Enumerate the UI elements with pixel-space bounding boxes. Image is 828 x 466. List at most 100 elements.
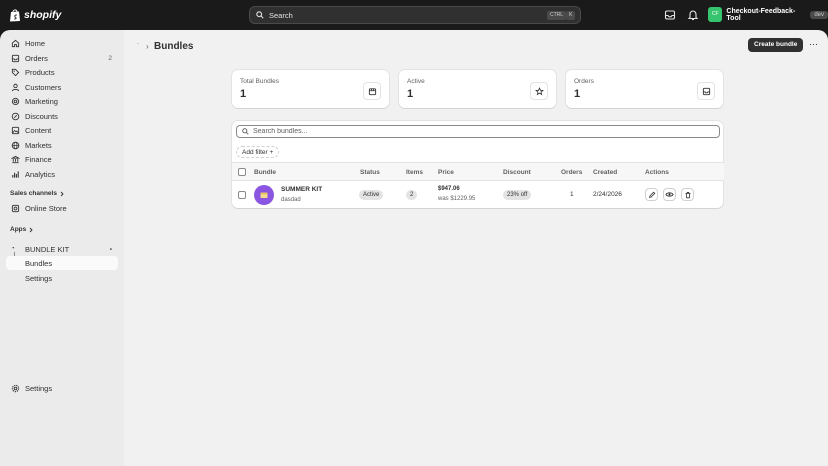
- discount-badge: 23% off: [503, 190, 532, 200]
- sidebar-item-bundles[interactable]: Bundles: [6, 256, 118, 270]
- sidebar-item-label: Products: [25, 67, 55, 77]
- col-header-orders[interactable]: Orders: [561, 169, 582, 176]
- sidebar-item-label: Finance: [25, 154, 52, 164]
- sidebar-item-label: Customers: [25, 82, 62, 92]
- status-badge: Active: [359, 190, 384, 200]
- bundle-price: $947.06: [438, 186, 460, 192]
- bundle-orders: 1: [570, 191, 574, 198]
- apps-heading[interactable]: Apps: [10, 226, 34, 233]
- stat-label: Orders: [574, 78, 594, 85]
- stat-value: 1: [407, 88, 414, 100]
- sidebar-item-finance[interactable]: Finance: [6, 152, 118, 166]
- sidebar-item-label: Discounts: [25, 111, 58, 121]
- sidebar-item-markets[interactable]: Markets: [6, 138, 118, 152]
- discount-icon: [11, 112, 20, 120]
- col-header-status[interactable]: Status: [360, 169, 380, 176]
- sidebar-item-products[interactable]: Products: [6, 65, 118, 79]
- stat-label: Total Bundles: [240, 78, 280, 85]
- bundles-table-card: Add filter + Bundle Status Items Price D…: [232, 121, 724, 208]
- bundle-description: dasdad: [281, 197, 301, 203]
- col-header-bundle[interactable]: Bundle: [254, 169, 276, 176]
- main-content: ˙ › Bundles Create bundle ⋯ Total Bundle…: [124, 30, 828, 466]
- content-icon: [11, 126, 20, 134]
- top-bar: shopify Search CTRL K CF Checkout-Feedba…: [0, 0, 828, 30]
- items-count-badge: 2: [406, 190, 418, 200]
- box-icon: [260, 192, 268, 198]
- stat-card-total-bundles: Total Bundles 1: [232, 70, 389, 108]
- sidebar-item-label: Markets: [25, 140, 52, 150]
- stat-card-active: Active 1: [399, 70, 556, 108]
- person-icon: [11, 83, 20, 91]
- sidebar-item-bundle-kit[interactable]: BUNDLE KIT •: [6, 242, 118, 256]
- shortcut-ctrl: CTRL: [547, 11, 567, 20]
- trash-icon: [685, 191, 690, 198]
- app-name: BUNDLE KIT: [25, 244, 70, 254]
- more-actions-icon[interactable]: ⋯: [809, 39, 818, 50]
- chevron-right-icon: [60, 191, 64, 196]
- bundle-thumbnail: [254, 185, 274, 205]
- global-search[interactable]: Search CTRL K: [249, 6, 581, 24]
- apps-label: Apps: [10, 226, 27, 233]
- shopify-bag-icon: [10, 9, 20, 22]
- orders-icon: [11, 54, 20, 62]
- inbox-tray-icon[interactable]: [664, 9, 676, 21]
- col-header-discount[interactable]: Discount: [503, 169, 531, 176]
- sidebar-item-online-store[interactable]: Online Store: [6, 201, 118, 215]
- sidebar-item-app-settings[interactable]: Settings: [25, 274, 52, 283]
- sidebar-item-label: Content: [25, 125, 52, 135]
- delete-button[interactable]: [681, 188, 694, 201]
- sidebar-item-marketing[interactable]: Marketing: [6, 94, 118, 108]
- stat-value: 1: [240, 88, 247, 100]
- sidebar-item-home[interactable]: Home: [6, 36, 118, 50]
- edit-button[interactable]: [645, 188, 658, 201]
- sidebar-item-label: Bundles: [25, 258, 53, 268]
- search-icon: [256, 11, 264, 19]
- sidebar-item-label: Online Store: [25, 203, 67, 213]
- search-icon: [242, 128, 249, 135]
- sidebar-item-label: Settings: [25, 383, 53, 393]
- package-icon: [368, 87, 376, 95]
- app-pin-dot[interactable]: •: [110, 246, 112, 253]
- table-header: Bundle Status Items Price Discount Order…: [232, 162, 724, 181]
- bundle-name[interactable]: SUMMER KIT: [281, 186, 322, 193]
- col-header-created[interactable]: Created: [593, 169, 617, 176]
- add-filter-button[interactable]: Add filter +: [236, 146, 280, 158]
- bank-icon: [11, 155, 20, 163]
- row-checkbox[interactable]: [238, 191, 246, 199]
- sidebar-item-analytics[interactable]: Analytics: [6, 167, 118, 181]
- stat-icon-box: [363, 82, 381, 100]
- star-icon: [534, 86, 544, 95]
- inbox-icon: [702, 87, 710, 95]
- sidebar-item-settings[interactable]: Settings: [6, 381, 118, 395]
- chart-icon: [12, 170, 19, 178]
- store-switcher[interactable]: CF Checkout-Feedback-Tool dev: [708, 7, 828, 22]
- select-all-checkbox[interactable]: [238, 168, 246, 176]
- orders-count: 2: [108, 54, 112, 62]
- preview-button[interactable]: [663, 188, 676, 201]
- sidebar-item-label: Marketing: [25, 96, 58, 106]
- sidebar-item-customers[interactable]: Customers: [6, 80, 118, 94]
- create-bundle-button[interactable]: Create bundle: [748, 38, 804, 52]
- pencil-icon: [648, 191, 655, 198]
- search-bundles-field[interactable]: [236, 125, 720, 138]
- home-icon: [11, 39, 20, 47]
- chevron-right-icon: [29, 227, 33, 232]
- shortcut-k: K: [566, 11, 576, 20]
- stat-card-orders: Orders 1: [566, 70, 723, 108]
- bundle-was-price: was $1229.95: [438, 196, 476, 202]
- sidebar-item-label: Orders: [25, 53, 48, 63]
- search-bundles-input[interactable]: [253, 128, 693, 135]
- sidebar-item-discounts[interactable]: Discounts: [6, 109, 118, 123]
- bell-icon[interactable]: [687, 9, 699, 21]
- stat-icon-box: [697, 82, 715, 100]
- sidebar-item-orders[interactable]: Home Orders 2: [6, 51, 118, 65]
- app-breadcrumb-icon[interactable]: ˙: [137, 42, 140, 51]
- tag-icon: [11, 68, 20, 76]
- eye-icon: [665, 192, 674, 197]
- bundle-created: 2/24/2026: [593, 191, 622, 198]
- sidebar-item-content[interactable]: Content: [6, 123, 118, 137]
- shopify-logo[interactable]: shopify: [9, 8, 61, 22]
- col-header-items[interactable]: Items: [406, 169, 423, 176]
- sales-channels-heading[interactable]: Sales channels: [10, 190, 65, 197]
- col-header-price[interactable]: Price: [438, 169, 454, 176]
